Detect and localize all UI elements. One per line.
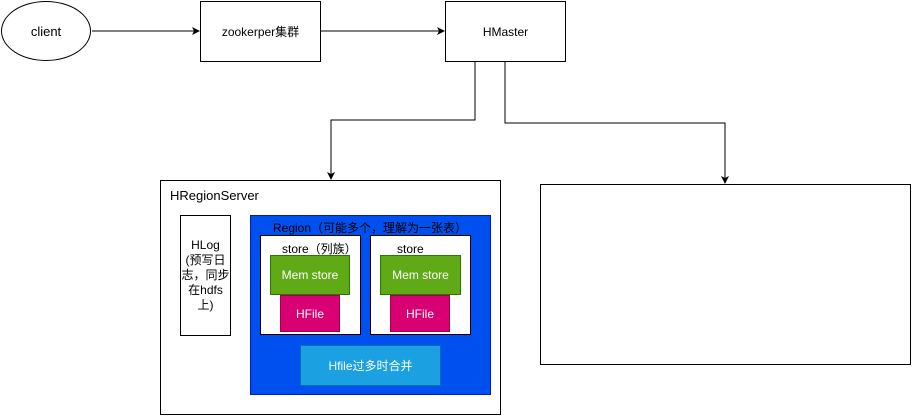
zookeeper-label: zookerper集群 <box>221 25 300 39</box>
hregionserver-label: HRegionServer <box>170 188 259 203</box>
hmaster-node: HMaster <box>445 1 566 62</box>
memstore-label-1: Mem store <box>281 268 339 282</box>
hfile-label-2: HFile <box>405 306 434 321</box>
zookeeper-node: zookerper集群 <box>200 1 321 62</box>
store-label-2: store <box>397 242 424 256</box>
edge-hmaster-hregionserver <box>327 62 476 180</box>
region-label: Region（可能多个，理解为一张表） <box>273 221 468 235</box>
hmaster-label: HMaster <box>482 24 529 39</box>
hlog-label: HLog (预写日 志，同步 在hdfs 上) <box>181 238 230 312</box>
hfile-merge-label: Hfile过多时合并 <box>328 359 413 373</box>
edge-hmaster-empty-server <box>504 62 729 184</box>
hfile-merge-node: Hfile过多时合并 <box>300 345 441 386</box>
hfile-node-2: HFile <box>390 295 450 332</box>
hfile-label-1: HFile <box>295 306 324 321</box>
hlog-node: HLog (预写日 志，同步 在hdfs 上) <box>180 215 231 336</box>
hfile-node-1: HFile <box>280 295 340 332</box>
memstore-label-2: Mem store <box>392 268 449 282</box>
empty-server-node <box>540 184 911 365</box>
client-node: client <box>1 1 91 61</box>
client-label: client <box>30 23 62 39</box>
memstore-node-2: Mem store <box>380 255 461 295</box>
memstore-node-1: Mem store <box>270 255 350 295</box>
